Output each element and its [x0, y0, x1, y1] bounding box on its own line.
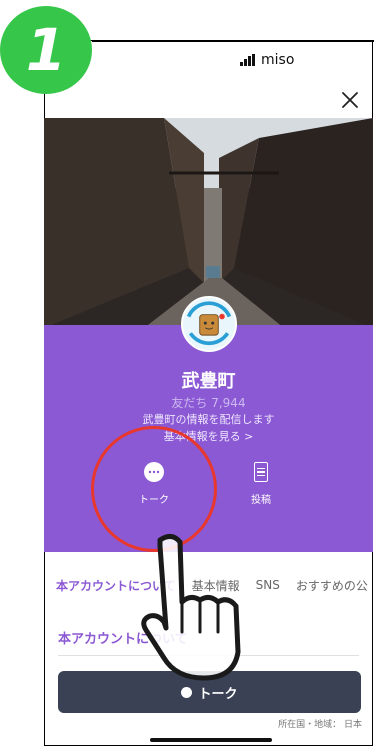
- post-action-label: 投稿: [251, 495, 271, 506]
- status-bar: miso: [240, 52, 294, 68]
- avatar[interactable]: [181, 296, 237, 352]
- basic-info-link[interactable]: 基本情報を見る >: [44, 428, 373, 444]
- region-label: 所在国・地域： 日本: [278, 720, 362, 730]
- signal-icon: [240, 54, 255, 66]
- step-number: 1: [25, 16, 67, 84]
- hand-pointer-icon: [141, 534, 241, 681]
- carrier-name: miso: [261, 52, 295, 68]
- account-name: 武豊町: [181, 371, 236, 392]
- home-indicator[interactable]: [150, 738, 272, 742]
- top-rule: [92, 40, 374, 42]
- chat-bubble-icon: [181, 686, 193, 698]
- account-description: 武豊町の情報を配信します: [142, 413, 275, 426]
- tab-recommended[interactable]: おすすめの公: [296, 577, 368, 594]
- post-icon: [254, 462, 268, 482]
- talk-button-label: トーク: [198, 686, 238, 702]
- post-action-button[interactable]: 投稿: [231, 462, 291, 506]
- friends-count: 友だち 7,944: [171, 396, 246, 410]
- close-icon[interactable]: [340, 90, 360, 110]
